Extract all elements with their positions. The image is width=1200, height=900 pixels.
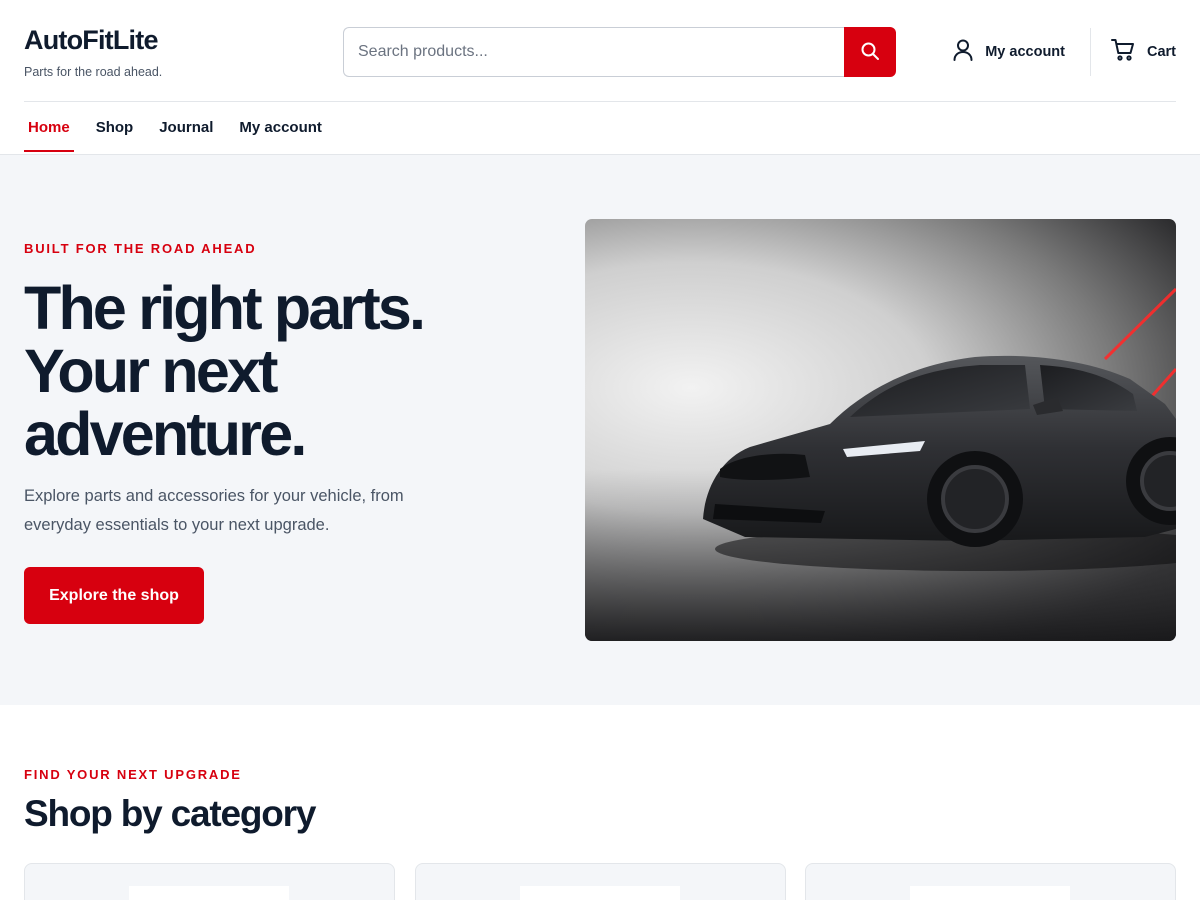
my-account-link[interactable]: My account xyxy=(953,39,1065,65)
cart-icon xyxy=(1110,39,1135,65)
category-card[interactable] xyxy=(24,863,395,900)
user-icon xyxy=(953,39,973,65)
hero-title-line: The right parts. xyxy=(24,274,426,342)
hero-description: Explore parts and accessories for your v… xyxy=(24,487,404,534)
site-logo-text[interactable]: AutoFitLite xyxy=(24,24,162,56)
categories-eyebrow: FIND YOUR NEXT UPGRADE xyxy=(24,767,242,782)
category-card[interactable] xyxy=(805,863,1176,900)
hero-eyebrow: BUILT FOR THE ROAD AHEAD xyxy=(24,241,257,256)
hero-title-line: adventure. xyxy=(24,400,307,468)
hero-section: BUILT FOR THE ROAD AHEAD The right parts… xyxy=(0,155,1200,705)
search-button[interactable] xyxy=(844,27,896,77)
categories-section: FIND YOUR NEXT UPGRADE Shop by category xyxy=(0,705,1200,900)
cart-label: Cart xyxy=(1146,44,1176,60)
category-thumbnail xyxy=(910,886,1070,900)
search-form xyxy=(343,27,896,77)
category-thumbnail xyxy=(520,886,680,900)
cart-link[interactable]: Cart xyxy=(1110,39,1176,65)
nav-item-shop[interactable]: Shop xyxy=(92,102,138,152)
nav-item-journal[interactable]: Journal xyxy=(155,102,217,152)
hero-title-line: Your next xyxy=(24,337,278,405)
site-header: AutoFitLite Parts for the road ahead. My… xyxy=(0,0,1200,102)
category-card[interactable] xyxy=(415,863,786,900)
explore-shop-button[interactable]: Explore the shop xyxy=(24,567,204,624)
nav-item-my-account[interactable]: My account xyxy=(235,102,326,152)
header-divider xyxy=(1089,28,1091,76)
nav-item-home[interactable]: Home xyxy=(24,102,74,152)
header-links: My account Cart xyxy=(953,27,1176,77)
search-input[interactable] xyxy=(343,27,844,77)
category-thumbnail xyxy=(129,886,289,900)
my-account-label: My account xyxy=(985,44,1065,60)
site-tagline: Parts for the road ahead. xyxy=(24,65,163,79)
hero-car-image xyxy=(585,219,1176,641)
main-nav: Home Shop Journal My account xyxy=(0,102,1200,155)
hero-title: The right parts. Your next adventure. xyxy=(24,277,544,466)
search-icon xyxy=(860,41,880,64)
brand[interactable]: AutoFitLite Parts for the road ahead. xyxy=(24,24,162,79)
categories-title: Shop by category xyxy=(24,793,316,834)
